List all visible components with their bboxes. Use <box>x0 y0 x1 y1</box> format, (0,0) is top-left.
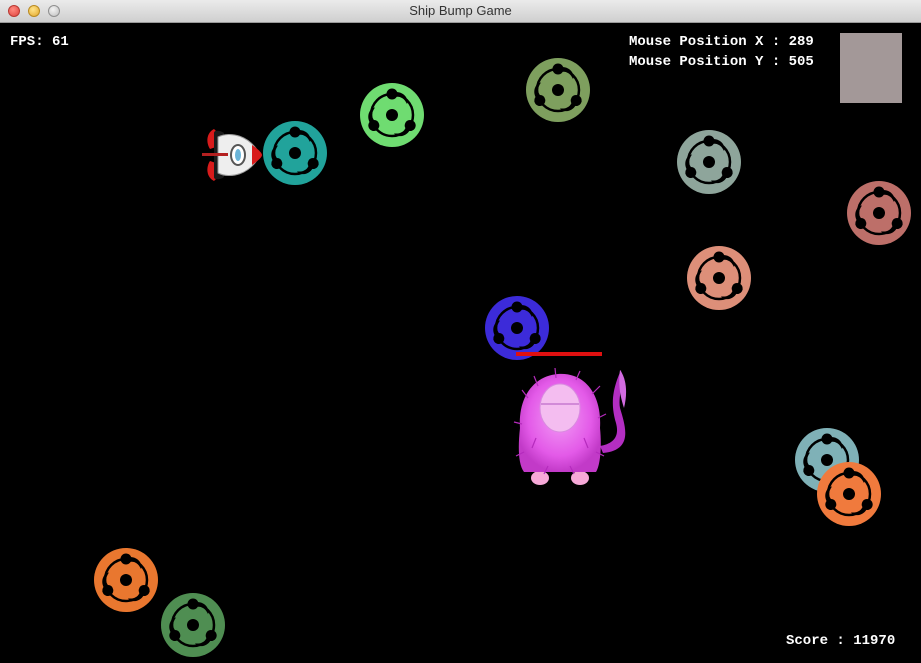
mouse-position-y: Mouse Position Y : 505 <box>629 54 814 70</box>
window-title: Ship Bump Game <box>409 3 512 18</box>
tomoe-disc-icon <box>93 547 159 613</box>
color-swatch <box>840 33 902 103</box>
tomoe-disc-icon <box>262 120 328 186</box>
fps-counter: FPS: 61 <box>10 34 69 50</box>
rocket-ship-icon[interactable] <box>200 123 266 187</box>
game-canvas[interactable]: FPS: 61 Mouse Position X : 289 Mouse Pos… <box>0 23 921 663</box>
tomoe-disc-icon <box>816 461 882 527</box>
tomoe-disc-icon <box>686 245 752 311</box>
tomoe-disc-icon <box>160 592 226 658</box>
tomoe-disc-icon <box>359 82 425 148</box>
title-bar: Ship Bump Game <box>0 0 921 23</box>
health-bar <box>516 352 602 356</box>
tomoe-disc-icon <box>525 57 591 123</box>
score-display: Score : 11970 <box>786 633 896 649</box>
tomoe-disc-icon <box>676 129 742 195</box>
pink-monster-icon <box>508 367 638 488</box>
mouse-position-x: Mouse Position X : 289 <box>629 34 814 50</box>
tomoe-disc-icon <box>846 180 912 246</box>
game-window: Ship Bump Game FPS: 61 Mouse Position X … <box>0 0 921 663</box>
